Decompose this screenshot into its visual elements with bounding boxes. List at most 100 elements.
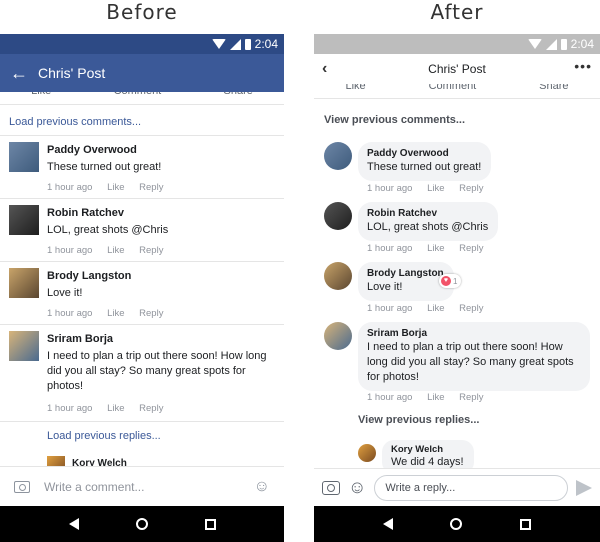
signal-icon bbox=[545, 38, 557, 50]
comment-text: Love it! bbox=[47, 287, 83, 299]
comment-meta: 1 hour ago Like Reply bbox=[47, 308, 175, 319]
reply-input[interactable]: Write a reply... bbox=[374, 474, 568, 501]
camera-icon[interactable] bbox=[322, 480, 340, 495]
app-header: ← Chris' Post bbox=[0, 54, 284, 92]
divider bbox=[314, 98, 600, 99]
reply-link[interactable]: Reply bbox=[459, 243, 483, 254]
comment-author[interactable]: Robin Ratchev bbox=[367, 207, 488, 220]
comment-bubble: Sriram Borja I need to plan a trip out t… bbox=[358, 322, 590, 391]
post-actions: Like Comment Share bbox=[314, 84, 600, 98]
camera-icon[interactable] bbox=[14, 480, 30, 493]
comment-meta: 1 hour ago Like Reply bbox=[367, 243, 495, 254]
back-arrow-icon[interactable]: ← bbox=[10, 63, 38, 84]
comment-bubble: Paddy Overwood These turned out great! bbox=[358, 142, 492, 181]
like-action[interactable]: Like bbox=[345, 84, 365, 94]
avatar[interactable] bbox=[9, 205, 39, 235]
comment-author[interactable]: Sriram Borja bbox=[47, 333, 113, 345]
reply-link[interactable]: Reply bbox=[139, 245, 163, 256]
comment-author[interactable]: Paddy Overwood bbox=[367, 147, 481, 160]
comment-composer: Write a comment... ☺ bbox=[0, 466, 284, 506]
divider bbox=[0, 421, 284, 422]
comment-text: These turned out great! bbox=[367, 161, 482, 173]
divider bbox=[0, 261, 284, 262]
comment-time: 1 hour ago bbox=[47, 182, 93, 193]
before-phone: 2:04 Like Comment Share ← Chris' Post Lo… bbox=[0, 34, 284, 542]
nav-back-icon[interactable] bbox=[382, 518, 393, 530]
reply-link[interactable]: Reply bbox=[459, 303, 483, 314]
comment-input[interactable]: Write a comment... bbox=[44, 480, 254, 494]
comment-author[interactable]: Sriram Borja bbox=[367, 327, 580, 340]
like-link[interactable]: Like bbox=[427, 243, 444, 254]
reaction-badge[interactable]: ♥ 1 bbox=[439, 274, 462, 288]
divider bbox=[0, 198, 284, 199]
view-previous-replies-link[interactable]: View previous replies... bbox=[358, 414, 479, 426]
signal-icon bbox=[229, 38, 241, 50]
comment-author[interactable]: Brody Langston bbox=[367, 267, 444, 280]
reply-link[interactable]: Reply bbox=[139, 403, 163, 414]
like-link[interactable]: Like bbox=[107, 403, 124, 414]
reply-link[interactable]: Reply bbox=[459, 183, 483, 194]
battery-icon bbox=[560, 38, 567, 50]
reply-text: We did 4 days! bbox=[391, 456, 464, 468]
nav-recents-icon[interactable] bbox=[520, 518, 532, 530]
avatar[interactable] bbox=[324, 322, 352, 350]
comment-text: I need to plan a trip out there soon! Ho… bbox=[367, 341, 574, 383]
like-link[interactable]: Like bbox=[107, 245, 124, 256]
comment-time: 1 hour ago bbox=[367, 392, 413, 403]
comment-meta: 1 hour ago Like Reply bbox=[367, 392, 495, 403]
avatar[interactable] bbox=[9, 331, 39, 361]
comment-action[interactable]: Comment bbox=[429, 84, 477, 94]
heart-icon: ♥ bbox=[441, 276, 451, 286]
comment-text: I need to plan a trip out there soon! Ho… bbox=[47, 350, 267, 392]
comment-bubble: Robin Ratchev LOL, great shots @Chris bbox=[358, 202, 499, 241]
comment-author[interactable]: Brody Langston bbox=[47, 270, 131, 282]
status-time: 2:04 bbox=[254, 37, 278, 51]
comment-author[interactable]: Robin Ratchev bbox=[47, 207, 124, 219]
avatar[interactable] bbox=[9, 142, 39, 172]
like-link[interactable]: Like bbox=[427, 392, 444, 403]
more-icon[interactable]: ••• bbox=[574, 58, 592, 74]
nav-back-icon[interactable] bbox=[68, 518, 79, 530]
avatar[interactable] bbox=[324, 142, 352, 170]
comment-time: 1 hour ago bbox=[47, 245, 93, 256]
header-title: Chris' Post bbox=[38, 65, 106, 81]
like-link[interactable]: Like bbox=[107, 308, 124, 319]
like-link[interactable]: Like bbox=[427, 303, 444, 314]
avatar[interactable] bbox=[9, 268, 39, 298]
share-action[interactable]: Share bbox=[539, 84, 568, 94]
nav-home-icon[interactable] bbox=[450, 518, 463, 530]
reply-link[interactable]: Reply bbox=[139, 182, 163, 193]
back-chevron-icon[interactable]: ‹ bbox=[322, 60, 327, 78]
reply-link[interactable]: Reply bbox=[139, 308, 163, 319]
nav-home-icon[interactable] bbox=[135, 518, 148, 530]
comment-time: 1 hour ago bbox=[367, 303, 413, 314]
load-previous-replies-link[interactable]: Load previous replies... bbox=[47, 430, 161, 442]
like-link[interactable]: Like bbox=[427, 183, 444, 194]
send-icon[interactable] bbox=[576, 479, 592, 496]
reply-link[interactable]: Reply bbox=[459, 392, 483, 403]
reply-author[interactable]: Kory Welch bbox=[391, 444, 464, 455]
comment-time: 1 hour ago bbox=[47, 403, 93, 414]
emoji-icon[interactable]: ☺ bbox=[348, 477, 366, 498]
status-bar: 2:04 bbox=[0, 34, 284, 54]
comment-time: 1 hour ago bbox=[367, 243, 413, 254]
android-nav-bar bbox=[314, 506, 600, 542]
avatar[interactable] bbox=[358, 444, 376, 462]
like-link[interactable]: Like bbox=[107, 182, 124, 193]
after-phone: 2:04 ‹ Chris' Post ••• Like Comment Shar… bbox=[314, 34, 600, 542]
avatar[interactable] bbox=[324, 202, 352, 230]
emoji-icon[interactable]: ☺ bbox=[254, 478, 270, 496]
nav-recents-icon[interactable] bbox=[204, 518, 216, 530]
avatar[interactable] bbox=[324, 262, 352, 290]
before-label: Before bbox=[106, 0, 178, 24]
after-label: After bbox=[430, 0, 484, 24]
android-nav-bar bbox=[0, 506, 284, 542]
comment-author[interactable]: Paddy Overwood bbox=[47, 144, 137, 156]
comment-time: 1 hour ago bbox=[367, 183, 413, 194]
reply-composer: ☺ Write a reply... bbox=[314, 468, 600, 506]
reaction-count: 1 bbox=[453, 276, 458, 286]
comment-meta: 1 hour ago Like Reply bbox=[47, 245, 175, 256]
load-previous-comments-link[interactable]: Load previous comments... bbox=[9, 116, 141, 128]
battery-icon bbox=[244, 38, 251, 50]
view-previous-comments-link[interactable]: View previous comments... bbox=[324, 114, 465, 126]
